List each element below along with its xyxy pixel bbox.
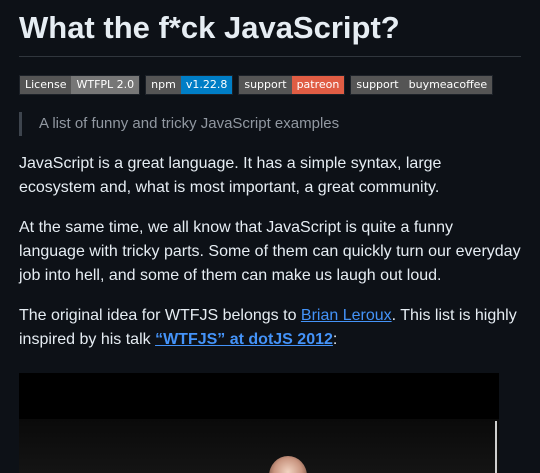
stage-backdrop: [19, 419, 499, 473]
origin-text-before: The original idea for WTFJS belongs to: [19, 307, 301, 324]
origin-text-end: :: [332, 331, 338, 348]
badge-value: patreon: [291, 76, 345, 94]
readme-content: What the f*ck JavaScript? License WTFPL …: [19, 0, 521, 352]
intro-paragraph: JavaScript is a great language. It has a…: [19, 155, 442, 196]
tricky-parts-paragraph: At the same time, we all know that JavaS…: [19, 219, 521, 284]
badge-label: License: [20, 76, 72, 94]
license-badge[interactable]: License WTFPL 2.0: [19, 75, 141, 95]
badge-value: v1.22.8: [180, 76, 233, 94]
badge-value: buymeacoffee: [403, 76, 493, 94]
badge-label: support: [239, 76, 292, 94]
badge-label: npm: [146, 76, 181, 94]
stage-light-line: [495, 421, 497, 473]
buymeacoffee-badge[interactable]: support buymeacoffee: [350, 75, 494, 95]
brian-leroux-link[interactable]: Brian Leroux: [301, 307, 392, 324]
badge-row: License WTFPL 2.0 npm v1.22.8 support pa…: [19, 75, 521, 95]
page-title: What the f*ck JavaScript?: [19, 0, 521, 57]
blockquote: A list of funny and tricky JavaScript ex…: [19, 112, 521, 136]
badge-value: WTFPL 2.0: [71, 76, 140, 94]
badge-label: support: [351, 76, 404, 94]
wtfjs-talk-link[interactable]: “WTFJS” at dotJS 2012: [155, 331, 333, 348]
patreon-badge[interactable]: support patreon: [238, 75, 346, 95]
npm-badge[interactable]: npm v1.22.8: [145, 75, 234, 95]
origin-paragraph: The original idea for WTFJS belongs to B…: [19, 304, 521, 352]
talk-video-thumbnail[interactable]: [19, 373, 499, 473]
